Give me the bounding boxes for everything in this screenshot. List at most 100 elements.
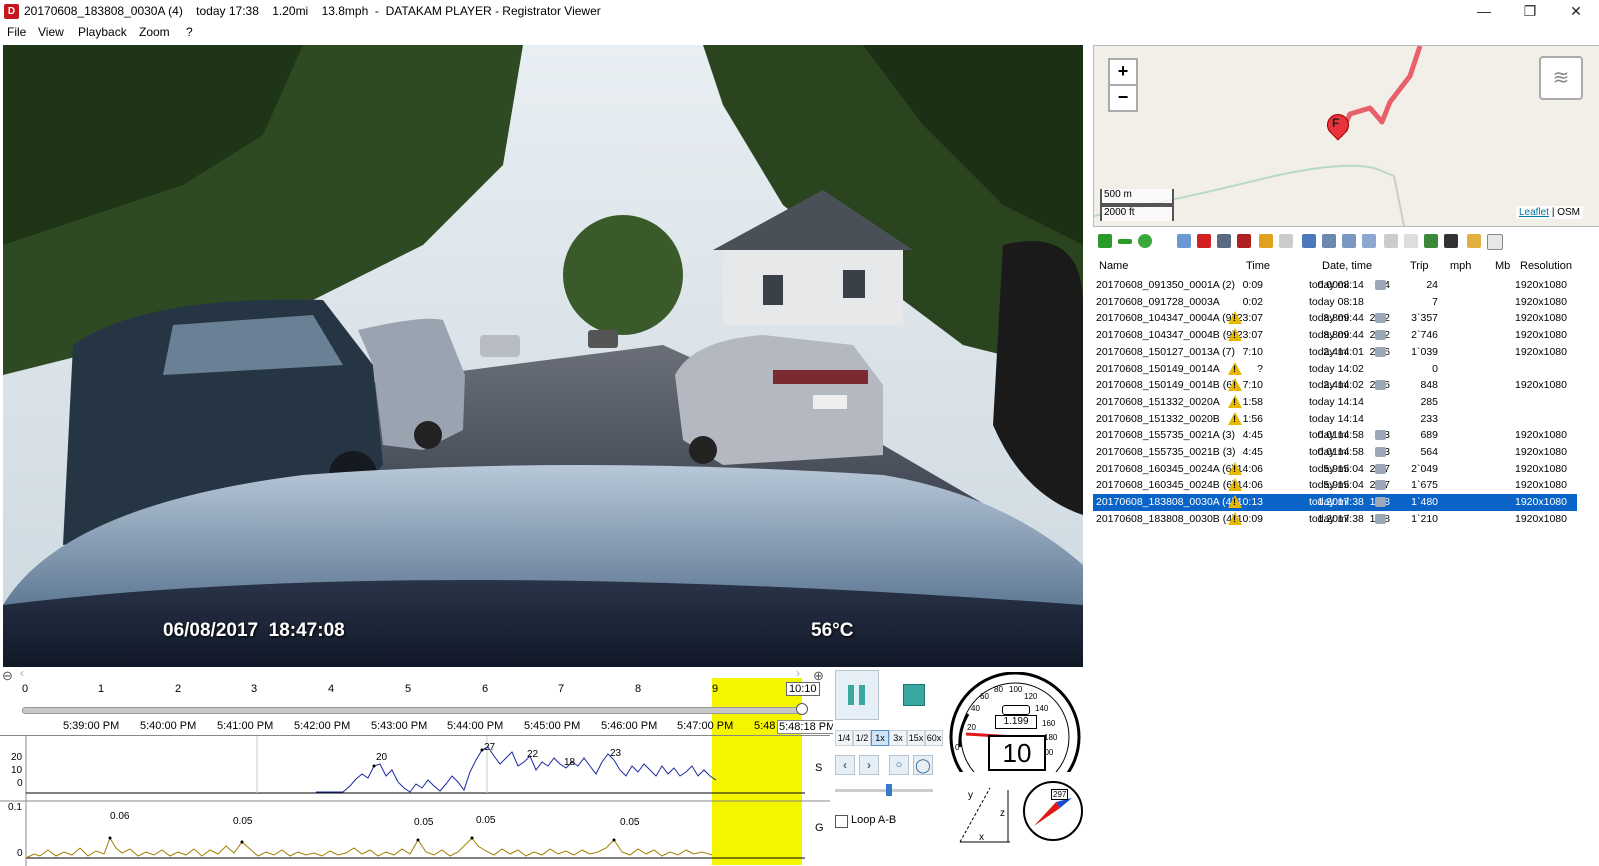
col-resolution[interactable]: Resolution [1520, 260, 1572, 272]
cut-icon[interactable] [1279, 234, 1293, 248]
volume-track[interactable] [835, 789, 933, 792]
speed-15x[interactable]: 15x [907, 730, 925, 746]
map-view-icon[interactable] [1424, 234, 1438, 248]
col-name[interactable]: Name [1099, 260, 1128, 272]
zoom-out-icon[interactable]: ⊖ [2, 668, 13, 684]
warning-icon-mark: ! [1233, 396, 1236, 407]
zoom-large-icon[interactable]: ◯ [913, 755, 933, 775]
snapshot-icon[interactable] [1237, 234, 1251, 248]
pause-icon [848, 685, 854, 705]
warning-icon-mark: ! [1233, 480, 1236, 491]
warning-icon-mark: ! [1233, 330, 1236, 341]
warning-icon-mark: ! [1233, 413, 1236, 424]
osd-temperature: 56°C [811, 620, 854, 641]
delete-icon[interactable] [1197, 234, 1211, 248]
close-button[interactable]: ✕ [1553, 0, 1599, 23]
table-row[interactable]: 20170608_150149_0014B (6) 7:10 today 14:02… [1093, 377, 1577, 394]
disabled-icon[interactable] [1404, 234, 1418, 248]
menu-zoom[interactable]: Zoom [139, 25, 170, 39]
save-icon[interactable] [1217, 234, 1231, 248]
volume-handle[interactable] [886, 784, 892, 796]
cell-date: today 14:02 [1309, 362, 1364, 375]
table-row[interactable]: 20170608_160345_0024B (6) 14:06 today 15:0… [1093, 477, 1577, 494]
refresh-icon[interactable] [1138, 234, 1152, 248]
cell-time: 0:02 [1242, 295, 1263, 308]
video-frame[interactable]: 06/08/2017 18:47:08 56°C [3, 45, 1083, 667]
table-row[interactable]: 20170608_104347_0004A (9) 23:07 today 09:4… [1093, 310, 1577, 327]
zoom-small-icon[interactable]: ○ [889, 755, 909, 775]
prev-frame-button[interactable]: ‹ [835, 755, 855, 775]
document-icon[interactable] [1487, 234, 1503, 250]
layers-icon[interactable]: ≋ [1539, 56, 1583, 100]
warning-icon-mark: ! [1233, 513, 1236, 524]
cell-resolution: 1920x1080 [1515, 512, 1567, 525]
col-time[interactable]: Time [1246, 260, 1270, 272]
cell-mb: 2`746 [1411, 329, 1438, 342]
add-icon[interactable] [1098, 234, 1112, 248]
scroll-left-icon[interactable]: ‹ [20, 666, 24, 680]
menu-view[interactable]: View [38, 25, 64, 39]
playback-controls: 1/4 1/2 1x 3x 15x 60x ‹ › ○ ◯ Loop A-B [833, 670, 943, 865]
col-datetime[interactable]: Date, time [1322, 260, 1372, 272]
remove-icon[interactable] [1118, 239, 1132, 244]
table-row[interactable]: 20170608_183808_0030B (4) 10:09 today 17:3… [1093, 511, 1577, 528]
table-row[interactable]: 20170608_150149_0014A? today 14:02 0! [1093, 361, 1577, 378]
speed-60x[interactable]: 60x [925, 730, 943, 746]
map-zoom-in-button[interactable]: + [1108, 58, 1138, 86]
speed-quarter[interactable]: 1/4 [835, 730, 853, 746]
cell-mb: 0 [1432, 362, 1438, 375]
next-frame-button[interactable]: › [859, 755, 879, 775]
map-panel[interactable]: + − ≋ F 500 m 2000 ft Leaflet | OSM [1093, 45, 1599, 227]
fit-icon[interactable] [1322, 234, 1336, 248]
speed-3x[interactable]: 3x [889, 730, 907, 746]
telemetry-graph[interactable] [0, 736, 830, 866]
cell-time: 0:09 [1242, 279, 1263, 291]
menu-file[interactable]: File [7, 25, 26, 39]
table-row[interactable]: 20170608_151332_0020A 1:58 today 14:14 285! [1093, 394, 1577, 411]
cell-resolution: 1920x1080 [1515, 446, 1567, 458]
table-row[interactable]: 20170608_160345_0024A (6) 14:06 today 15:0… [1093, 461, 1577, 478]
export-icon[interactable] [1302, 234, 1316, 248]
clock-label: 5:40:00 PM [140, 720, 197, 732]
table-row[interactable]: 20170608_091728_0003A 0:02 today 08:18 7 192… [1093, 294, 1577, 311]
layout-icon[interactable] [1342, 234, 1356, 248]
map-zoom-out-button[interactable]: − [1108, 84, 1138, 112]
menu-playback[interactable]: Playback [78, 25, 127, 39]
seek-handle[interactable] [796, 703, 808, 715]
table-row[interactable]: 20170608_091350_0001A (2) 0:09 today 08:14… [1093, 277, 1577, 294]
col-trip[interactable]: Trip [1410, 260, 1429, 272]
seek-track[interactable] [22, 707, 804, 714]
cell-mb: 564 [1420, 446, 1438, 458]
minute-tick: 5 [405, 683, 412, 695]
cell-date: today 14:14 [1309, 395, 1364, 408]
loop-checkbox[interactable] [835, 815, 848, 828]
speed-half[interactable]: 1/2 [853, 730, 871, 746]
table-row[interactable]: 20170608_155735_0021A (3) 4:45 today 14:58… [1093, 427, 1577, 444]
disabled-icon[interactable] [1384, 234, 1398, 248]
table-row[interactable]: 20170608_151332_0020B 1:56 today 14:14 233! [1093, 411, 1577, 428]
leaflet-link[interactable]: Leaflet [1519, 207, 1549, 218]
table-row[interactable]: 20170608_150127_0013A (7) 7:10 today 14:01… [1093, 344, 1577, 361]
col-mb[interactable]: Mb [1495, 260, 1510, 272]
stop-button[interactable] [903, 684, 925, 706]
table-row[interactable]: 20170608_155735_0021B (3) 4:45 today 14:58… [1093, 444, 1577, 461]
cell-mb: 24 [1426, 279, 1438, 291]
col-mph[interactable]: mph [1450, 260, 1471, 272]
film-icon[interactable] [1444, 234, 1458, 248]
gps-icon [1375, 497, 1386, 508]
table-row-selected[interactable]: 20170608_183808_0030A (4) 10:13 today 17:3… [1092, 493, 1578, 513]
menu-help[interactable]: ? [186, 25, 193, 39]
pause-button[interactable] [835, 670, 879, 720]
gps-icon [1375, 330, 1386, 341]
speed-1x[interactable]: 1x [871, 730, 889, 746]
table-row[interactable]: 20170608_104347_0004B (9) 23:07 today 09:4… [1093, 327, 1577, 344]
gps-icon [1375, 463, 1386, 474]
minimize-button[interactable]: — [1461, 0, 1507, 23]
end-time-label: 10:10 [786, 682, 820, 696]
rotate-icon[interactable] [1362, 234, 1376, 248]
g-peak: 0.05 [476, 815, 496, 826]
key-icon[interactable] [1259, 234, 1273, 248]
maximize-button[interactable]: ❐ [1507, 0, 1553, 23]
folder-icon[interactable] [1467, 234, 1481, 248]
copy-icon[interactable] [1177, 234, 1191, 248]
